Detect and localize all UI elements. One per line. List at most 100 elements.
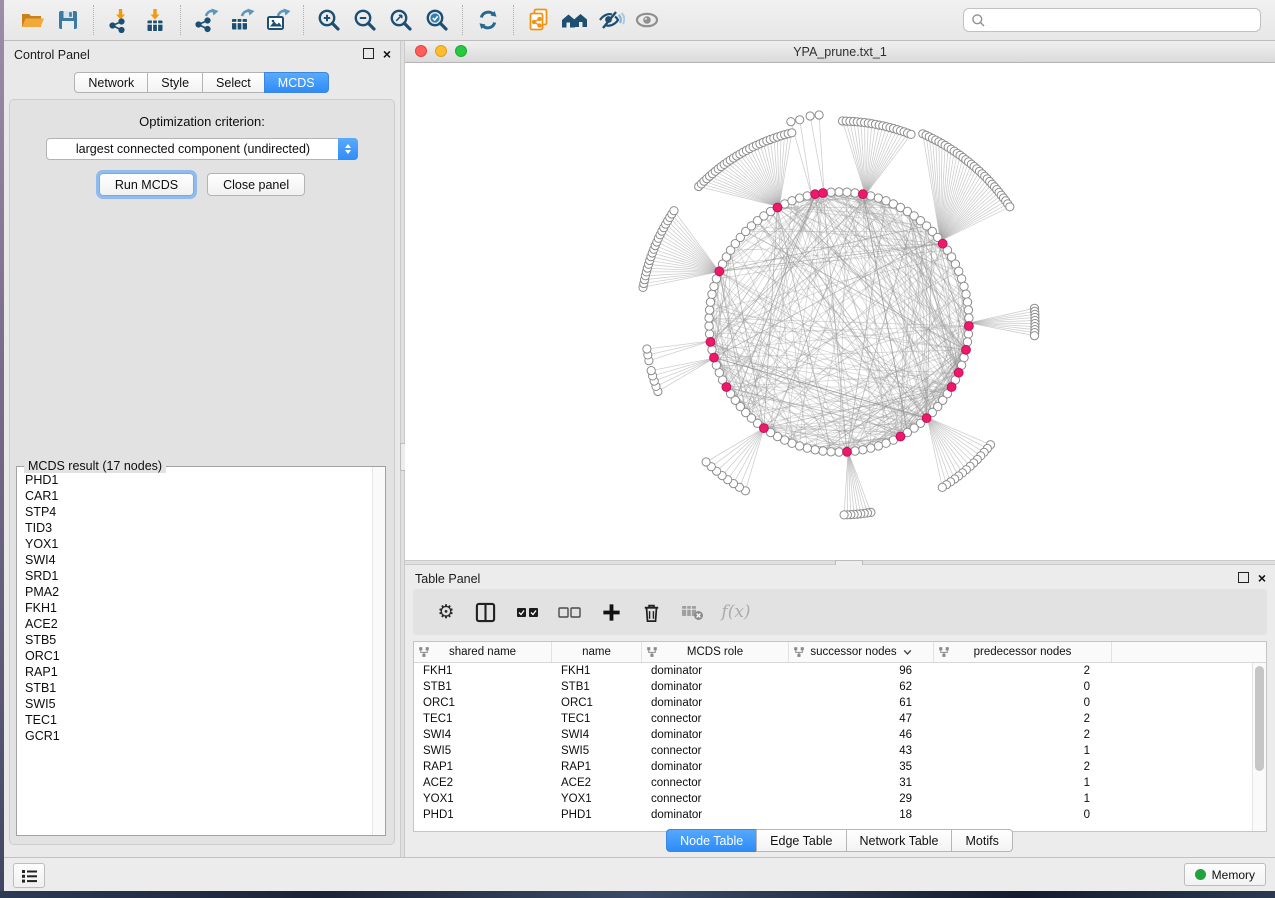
table-row[interactable]: ORC1ORC1dominator610 (414, 695, 1266, 711)
network-node[interactable] (803, 444, 811, 452)
table-row[interactable]: YOX1YOX1connector291 (414, 791, 1266, 807)
network-node[interactable] (706, 338, 715, 347)
network-node[interactable] (796, 116, 804, 124)
mcds-result-scrollbar[interactable] (372, 467, 385, 835)
column-header-predecessor-nodes[interactable]: predecessor nodes (934, 642, 1112, 662)
network-node[interactable] (705, 322, 713, 330)
mcds-result-item[interactable]: PHD1 (25, 472, 372, 488)
close-panel-icon[interactable]: × (1258, 573, 1266, 583)
clone-network-button[interactable] (521, 3, 557, 37)
mcds-result-item[interactable]: SWI4 (25, 552, 372, 568)
network-node[interactable] (811, 446, 819, 454)
network-node[interactable] (859, 446, 867, 454)
network-node[interactable] (806, 112, 814, 120)
optimization-criterion-select[interactable]: largest connected component (undirected) (46, 138, 358, 160)
network-node[interactable] (702, 458, 710, 466)
network-node[interactable] (835, 448, 843, 456)
network-node[interactable] (1006, 203, 1014, 211)
mcds-result-item[interactable]: ACE2 (25, 616, 372, 632)
create-column-button[interactable] (591, 594, 631, 630)
table-row[interactable]: STB1STB1dominator620 (414, 679, 1266, 695)
mcds-result-item[interactable]: PMA2 (25, 584, 372, 600)
close-panel-icon[interactable]: × (383, 49, 391, 59)
mcds-result-item[interactable]: CAR1 (25, 488, 372, 504)
network-node[interactable] (705, 306, 713, 314)
network-node[interactable] (954, 368, 963, 377)
tab-motifs[interactable]: Motifs (951, 829, 1012, 852)
network-node[interactable] (840, 511, 848, 519)
mcds-result-item[interactable]: GCR1 (25, 728, 372, 744)
maximize-window-button[interactable] (455, 45, 467, 57)
show-graphics-details-button[interactable] (629, 3, 665, 37)
refresh-view-button[interactable] (470, 3, 506, 37)
first-neighbors-button[interactable] (557, 3, 593, 37)
mcds-result-item[interactable]: FKH1 (25, 600, 372, 616)
tab-network[interactable]: Network (74, 72, 148, 93)
delete-table-button[interactable] (671, 594, 713, 630)
network-node[interactable] (1030, 332, 1038, 340)
network-node[interactable] (708, 290, 716, 298)
network-node[interactable] (867, 192, 875, 200)
tab-style[interactable]: Style (147, 72, 203, 93)
import-network-button[interactable] (101, 3, 137, 37)
network-node[interactable] (706, 298, 714, 306)
select-all-button[interactable] (507, 594, 549, 630)
table-row[interactable]: RAP1RAP1dominator352 (414, 759, 1266, 775)
table-row[interactable]: FKH1FKH1dominator962 (414, 663, 1266, 679)
network-node[interactable] (773, 203, 782, 212)
network-node[interactable] (670, 207, 678, 215)
column-visibility-button[interactable] (463, 594, 507, 630)
network-node[interactable] (843, 447, 852, 456)
network-node[interactable] (938, 483, 946, 491)
network-node[interactable] (819, 189, 828, 198)
table-row[interactable]: ACE2ACE2connector311 (414, 775, 1266, 791)
mcds-result-item[interactable]: ORC1 (25, 648, 372, 664)
float-panel-icon[interactable] (1238, 572, 1249, 583)
network-node[interactable] (705, 314, 713, 322)
network-node[interactable] (715, 267, 724, 276)
network-node[interactable] (811, 190, 820, 199)
network-node[interactable] (964, 306, 972, 314)
network-node[interactable] (843, 188, 851, 196)
delete-column-button[interactable] (631, 594, 671, 630)
export-table-button[interactable] (224, 3, 260, 37)
mcds-result-item[interactable]: SWI5 (25, 696, 372, 712)
network-node[interactable] (827, 448, 835, 456)
zoom-out-button[interactable] (347, 3, 383, 37)
table-row[interactable]: PHD1PHD1dominator180 (414, 807, 1266, 823)
mcds-result-item[interactable]: RAP1 (25, 664, 372, 680)
float-panel-icon[interactable] (363, 48, 374, 59)
export-network-button[interactable] (188, 3, 224, 37)
task-history-button[interactable] (13, 863, 45, 888)
network-node[interactable] (964, 330, 972, 338)
table-scrollbar-thumb[interactable] (1255, 666, 1264, 771)
close-panel-button[interactable]: Close panel (207, 173, 305, 196)
network-node[interactable] (874, 442, 882, 450)
network-node[interactable] (851, 189, 859, 197)
tab-edge-table[interactable]: Edge Table (756, 829, 846, 852)
network-node[interactable] (708, 346, 716, 354)
network-node[interactable] (787, 118, 795, 126)
network-node[interactable] (962, 345, 971, 354)
network-node[interactable] (960, 282, 968, 290)
network-canvas[interactable] (405, 63, 1275, 560)
memory-button[interactable]: Memory (1184, 863, 1266, 886)
network-node[interactable] (965, 322, 974, 331)
network-node[interactable] (963, 338, 971, 346)
network-node[interactable] (962, 290, 970, 298)
column-header-shared-name[interactable]: shared name (414, 642, 552, 662)
network-node[interactable] (705, 330, 713, 338)
tab-node-table[interactable]: Node Table (666, 829, 757, 852)
network-node[interactable] (827, 188, 835, 196)
table-row[interactable]: SWI4SWI4dominator462 (414, 727, 1266, 743)
network-node[interactable] (803, 192, 811, 200)
open-file-button[interactable] (14, 3, 50, 37)
search-input[interactable] (986, 12, 1253, 28)
mcds-result-item[interactable]: SRD1 (25, 568, 372, 584)
network-graph[interactable] (405, 63, 1275, 560)
search-box[interactable] (963, 8, 1261, 32)
mcds-result-item[interactable]: STP4 (25, 504, 372, 520)
network-node[interactable] (907, 130, 915, 138)
network-node[interactable] (965, 314, 973, 322)
network-node[interactable] (896, 432, 905, 441)
